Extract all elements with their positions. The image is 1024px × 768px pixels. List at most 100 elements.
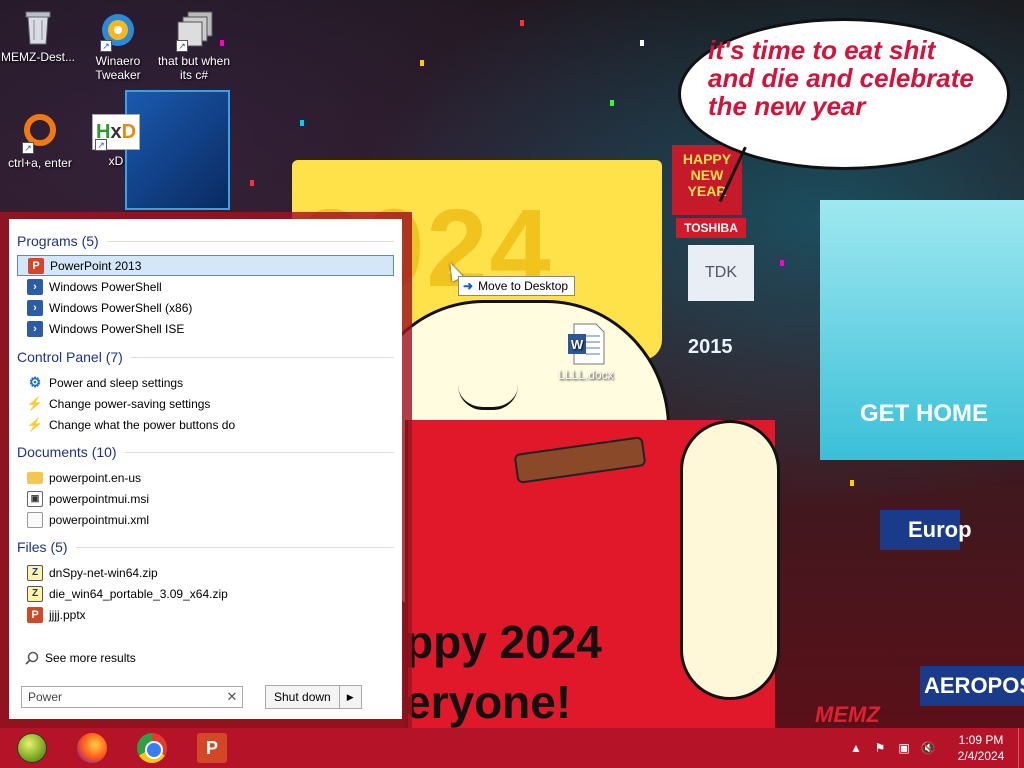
- powershell-icon: ›: [27, 299, 43, 316]
- clock[interactable]: 1:09 PM 2/4/2024: [944, 732, 1018, 764]
- group-header[interactable]: Files (5): [17, 537, 394, 557]
- desktop-icon-llll-docx[interactable]: W LLLL.docx: [556, 322, 616, 382]
- confetti: [250, 180, 254, 186]
- firefox-icon: [77, 733, 107, 763]
- desktop-icon-label: MEMZ-Dest...: [1, 50, 75, 64]
- desktop-icon-label: LLLL.docx: [558, 368, 614, 382]
- result-powerpointmui-msi[interactable]: ▣ powerpointmui.msi: [17, 488, 394, 509]
- result-label: Change power-saving settings: [49, 396, 211, 411]
- start-menu: Programs (5) P PowerPoint 2013 › Windows…: [9, 219, 402, 719]
- see-more-results[interactable]: See more results: [25, 651, 136, 665]
- network-icon[interactable]: ▣: [892, 741, 916, 755]
- desktop-icon-that-but-when[interactable]: ↗ that but when its c#: [156, 10, 232, 82]
- powershell-icon: ›: [27, 320, 43, 337]
- clear-search-icon[interactable]: ✕: [222, 689, 242, 705]
- word-doc-icon: W: [566, 322, 606, 366]
- start-button[interactable]: [4, 728, 60, 768]
- result-label: Power and sleep settings: [49, 375, 184, 390]
- drag-tooltip: ➜ Move to Desktop: [458, 276, 576, 296]
- desktop-icon-label: Winaero Tweaker: [95, 54, 141, 82]
- shutdown-button[interactable]: Shut down: [266, 686, 339, 708]
- taskbar-powerpoint[interactable]: P: [184, 728, 240, 768]
- pptx-icon: P: [27, 606, 43, 623]
- result-label: die_win64_portable_3.09_x64.zip: [49, 586, 228, 601]
- powershell-icon: ›: [27, 278, 43, 295]
- group-header[interactable]: Programs (5): [17, 231, 394, 251]
- desktop-icon-xd[interactable]: HxD ↗ xD: [78, 114, 154, 168]
- search-box[interactable]: ✕: [21, 686, 243, 708]
- folder-icon: [27, 471, 43, 484]
- drag-tooltip-text: Move to Desktop: [478, 279, 569, 293]
- volume-muted-icon[interactable]: 🔇: [916, 741, 940, 755]
- hxd-icon: HxD ↗: [92, 114, 140, 151]
- confetti: [420, 60, 424, 66]
- result-powerpoint-2013[interactable]: P PowerPoint 2013: [17, 255, 394, 276]
- see-more-label: See more results: [45, 651, 136, 665]
- taskbar-firefox[interactable]: [64, 728, 120, 768]
- stack-icon: ↗: [174, 10, 214, 52]
- start-orb-icon: [17, 733, 47, 763]
- result-label: jjjj.pptx: [49, 607, 86, 622]
- group-header[interactable]: Documents (10): [17, 442, 394, 462]
- shutdown-split-button: Shut down ▶: [265, 685, 362, 709]
- signature: MEMZ: [815, 702, 880, 727]
- file-icon: [27, 511, 43, 528]
- power-options-icon: ⚡: [26, 416, 44, 432]
- result-power-sleep-settings[interactable]: ⚙ Power and sleep settings: [17, 372, 394, 393]
- confetti: [520, 20, 524, 26]
- result-powerpoint-en-us[interactable]: powerpoint.en-us: [17, 467, 394, 488]
- confetti: [300, 120, 304, 126]
- recycle-bin-icon: [18, 6, 58, 46]
- billboard-toshiba: TOSHIBA: [676, 218, 746, 238]
- search-input[interactable]: [28, 690, 222, 704]
- clock-date: 2/4/2024: [957, 749, 1005, 763]
- show-hidden-icons[interactable]: ▲: [844, 741, 868, 755]
- desktop-icon-ctrl-a-enter[interactable]: ↗ ctrl+a, enter: [2, 112, 78, 170]
- winaero-icon: ↗: [98, 10, 138, 52]
- result-label: PowerPoint 2013: [50, 258, 142, 273]
- desktop-icon-memz[interactable]: MEMZ-Dest...: [0, 6, 76, 64]
- desktop-icon-label: that but when its c#: [157, 54, 231, 82]
- confetti: [780, 260, 784, 266]
- system-tray: ▲ ⚑ ▣ 🔇 1:09 PM 2/4/2024: [844, 728, 1024, 768]
- shutdown-options-arrow-icon[interactable]: ▶: [338, 686, 361, 708]
- taskbar-chrome[interactable]: [124, 728, 180, 768]
- result-label: Change what the power buttons do: [49, 417, 236, 432]
- billboard-tdk: TDK: [688, 245, 754, 301]
- result-label: Windows PowerShell (x86): [49, 300, 193, 315]
- powerpoint-icon: P: [197, 733, 227, 763]
- move-arrow-icon: ➜: [463, 279, 474, 293]
- flag-icon[interactable]: ⚑: [868, 741, 892, 755]
- results-group-documents: Documents (10) powerpoint.en-us ▣ powerp…: [17, 442, 394, 530]
- result-dnspy-zip[interactable]: Z dnSpy-net-win64.zip: [17, 562, 394, 583]
- result-powerpointmui-xml[interactable]: powerpointmui.xml: [17, 509, 394, 530]
- result-power-buttons[interactable]: ⚡ Change what the power buttons do: [17, 414, 394, 435]
- confetti: [640, 40, 644, 46]
- result-jjjj-pptx[interactable]: P jjjj.pptx: [17, 604, 394, 625]
- result-label: Windows PowerShell ISE: [49, 321, 185, 336]
- shirt-text: ppy 2024 eryone!: [405, 616, 602, 728]
- result-windows-powershell-x86[interactable]: › Windows PowerShell (x86): [17, 297, 394, 318]
- result-label: Windows PowerShell: [49, 279, 162, 294]
- chrome-icon: [137, 733, 167, 763]
- cartoon-arm: [680, 420, 780, 700]
- confetti: [610, 100, 614, 106]
- msi-icon: ▣: [27, 490, 43, 507]
- confetti: [850, 480, 854, 486]
- show-desktop-button[interactable]: [1018, 728, 1024, 768]
- result-label: powerpoint.en-us: [49, 470, 142, 485]
- search-icon: [25, 651, 39, 665]
- result-windows-powershell[interactable]: › Windows PowerShell: [17, 276, 394, 297]
- desktop-icon-winaero[interactable]: ↗ Winaero Tweaker: [80, 10, 156, 82]
- results-group-programs: Programs (5) P PowerPoint 2013 › Windows…: [17, 231, 394, 339]
- desktop-icon-label: xD: [108, 154, 124, 168]
- billboard-europ: Europ: [880, 510, 972, 550]
- group-header[interactable]: Control Panel (7): [17, 347, 394, 367]
- result-change-power-saving[interactable]: ⚡ Change power-saving settings: [17, 393, 394, 414]
- result-die-win64-zip[interactable]: Z die_win64_portable_3.09_x64.zip: [17, 583, 394, 604]
- result-label: powerpointmui.msi: [49, 491, 150, 506]
- billboard-get-home: GET HOME: [820, 200, 1024, 460]
- results-group-files: Files (5) Z dnSpy-net-win64.zip Z die_wi…: [17, 537, 394, 625]
- desktop-icon-label: ctrl+a, enter: [8, 156, 72, 170]
- result-windows-powershell-ise[interactable]: › Windows PowerShell ISE: [17, 318, 394, 339]
